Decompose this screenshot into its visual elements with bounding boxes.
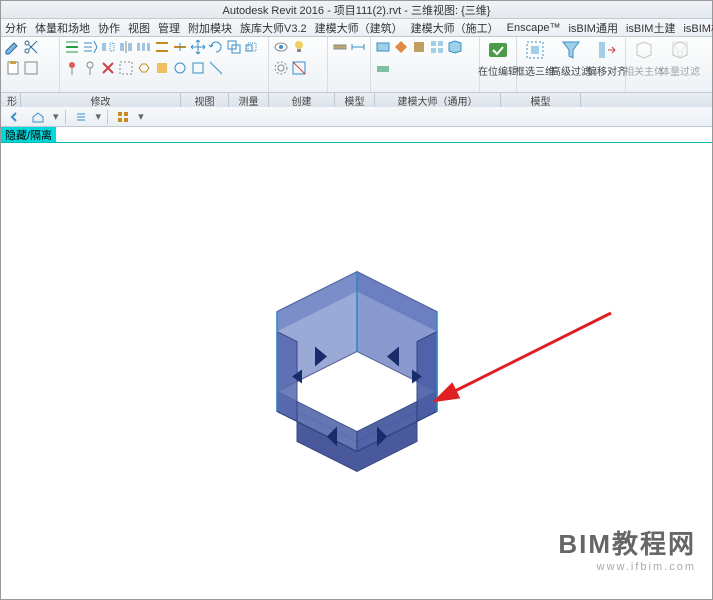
edit-inplace-button[interactable]: 在位编辑 [480, 37, 516, 92]
related-host-icon [633, 39, 655, 61]
menu-massing[interactable]: 体量和场地 [35, 20, 90, 36]
delete-icon[interactable] [100, 60, 116, 76]
mirror-pick-icon[interactable] [100, 39, 116, 55]
override-icon[interactable] [291, 60, 307, 76]
copy-icon[interactable] [226, 39, 242, 55]
ribbon-panel-labels: 形 修改 视图 测量 创建 模型 建模大师（通用） 模型 [1, 93, 712, 107]
create-similar-icon[interactable] [375, 39, 391, 55]
grid-icon[interactable] [114, 109, 132, 125]
move-icon[interactable] [190, 39, 206, 55]
dim-icon[interactable] [350, 39, 366, 55]
lightbulb-icon[interactable] [291, 39, 307, 55]
panel-label-model: 模型 [335, 93, 375, 107]
menu-isbim-tj[interactable]: isBIM土建 [626, 20, 676, 36]
offset-icon[interactable] [82, 39, 98, 55]
gear-icon[interactable] [273, 60, 289, 76]
array-icon[interactable] [136, 39, 152, 55]
menu-addins[interactable]: 附加模块 [188, 20, 232, 36]
menu-jianzhu[interactable]: 建模大师（建筑） [315, 20, 403, 36]
back-button[interactable] [5, 109, 23, 125]
menu-manage[interactable]: 管理 [158, 20, 180, 36]
misc1-icon[interactable] [172, 60, 188, 76]
demo-icon[interactable] [154, 60, 170, 76]
misc3-icon[interactable] [208, 60, 224, 76]
3d-viewport[interactable]: BIM教程网 www.ifbim.com [1, 143, 712, 583]
measure-icon[interactable] [332, 39, 348, 55]
parts-icon[interactable] [447, 39, 463, 55]
menu-view[interactable]: 视图 [128, 20, 150, 36]
unpin-icon[interactable] [82, 60, 98, 76]
ribbon-group-view [269, 37, 328, 92]
group-icon[interactable] [118, 60, 134, 76]
watermark-url: www.ifbim.com [558, 561, 696, 573]
edit-inplace-icon [487, 39, 509, 61]
scissors-icon[interactable] [23, 39, 39, 55]
title-bar: Autodesk Revit 2016 - 项目111(2).rvt - 三维视… [1, 1, 712, 19]
ribbon: 在位编辑 框选三维 高级过滤 偏移对齐 相关主体 体量过滤 [1, 37, 712, 93]
panel-label-view: 视图 [181, 93, 229, 107]
isolate-tag: 隐藏/隔离 [1, 127, 56, 142]
scale-icon[interactable] [244, 39, 260, 55]
menu-isbim-general[interactable]: isBIM通用 [568, 20, 618, 36]
app-title: Autodesk Revit 2016 - 项目111(2).rvt - 三维视… [223, 2, 491, 18]
menu-analyze[interactable]: 分析 [5, 20, 27, 36]
info-band: 隐藏/隔离 [1, 127, 712, 143]
menu-bar: 分析 体量和场地 协作 视图 管理 附加模块 族库大师V3.2 建模大师（建筑）… [1, 19, 712, 37]
rotate-icon[interactable] [208, 39, 224, 55]
paste-icon[interactable] [5, 60, 21, 76]
hide-icon[interactable] [273, 39, 289, 55]
panel-label-modify: 修改 [21, 93, 181, 107]
family-icon[interactable] [393, 39, 409, 55]
ribbon-group-left [1, 37, 60, 92]
box-select-3d-button[interactable]: 框选三维 [517, 37, 553, 92]
assembly-icon[interactable] [429, 39, 445, 55]
misc2-icon[interactable] [190, 60, 206, 76]
panel-label-measure: 测量 [229, 93, 269, 107]
trim-icon[interactable] [154, 39, 170, 55]
list-icon[interactable] [72, 109, 90, 125]
menu-collab[interactable]: 协作 [98, 20, 120, 36]
modify-icon[interactable] [5, 39, 21, 55]
related-host-button: 相关主体 [626, 37, 662, 92]
options-bar: ▾ ▾ ▾ [1, 107, 712, 127]
weight-filter-button: 体量过滤 [662, 37, 698, 92]
align-icon[interactable] [64, 39, 80, 55]
panel-label-create: 创建 [269, 93, 335, 107]
tool-icon[interactable] [23, 60, 39, 76]
menu-isbim-jd[interactable]: isBIM机电 [683, 20, 713, 36]
menu-enscape[interactable]: Enscape™ [507, 22, 561, 34]
advanced-filter-button[interactable]: 高级过滤 [553, 37, 589, 92]
watermark: BIM教程网 www.ifbim.com [558, 524, 696, 573]
detail-icon[interactable] [136, 60, 152, 76]
weight-filter-icon [669, 39, 691, 61]
menu-shigong[interactable]: 建模大师（施工） [411, 20, 499, 36]
ribbon-group-create [371, 37, 480, 92]
panel-label-jianmo: 建模大师（通用） [375, 93, 501, 107]
home-dropdown[interactable] [29, 109, 47, 125]
offset-align-icon [596, 39, 618, 61]
ribbon-group-measure [328, 37, 371, 92]
parts2-icon[interactable] [375, 60, 391, 76]
block-icon[interactable] [411, 39, 427, 55]
annotation-arrow [431, 303, 631, 423]
panel-label-model2: 模型 [501, 93, 581, 107]
ribbon-group-modify [60, 37, 269, 92]
split-icon[interactable] [172, 39, 188, 55]
box-select-icon [524, 39, 546, 61]
watermark-title: BIM教程网 [558, 524, 696, 561]
pin-icon[interactable] [64, 60, 80, 76]
menu-famlib[interactable]: 族库大师V3.2 [240, 20, 307, 36]
panel-label-form: 形 [1, 93, 21, 107]
offset-align-button[interactable]: 偏移对齐 [589, 37, 625, 92]
mirror-draw-icon[interactable] [118, 39, 134, 55]
filter-icon [560, 39, 582, 61]
